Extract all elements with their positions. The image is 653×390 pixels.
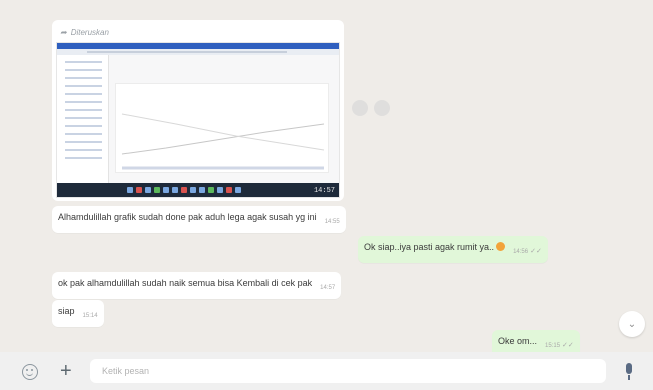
message-incoming[interactable]: Alhamdulillah grafik sudah done pak aduh… — [52, 206, 346, 233]
message-input[interactable] — [90, 359, 606, 383]
composer-bar: + — [0, 352, 653, 390]
message-incoming[interactable]: ok pak alhamdulillah sudah naik semua bi… — [52, 272, 342, 299]
forward-icon[interactable] — [374, 100, 390, 116]
reaction-icon[interactable] — [352, 100, 368, 116]
chart-lines — [121, 113, 325, 170]
screenshot-image[interactable]: 14:57 — [56, 42, 340, 198]
chart-thumbnail — [115, 83, 329, 173]
forwarded-image-message[interactable]: ➦ Diteruskan 14:57 — [52, 20, 344, 201]
taskbar — [57, 183, 339, 197]
plus-icon[interactable]: + — [60, 361, 72, 381]
taskbar-clock: 14:57 — [313, 187, 335, 195]
message-outgoing[interactable]: Ok siap..iya pasti agak rumit ya.. 14:56 ✓… — [358, 236, 548, 263]
chevron-down-icon: ⌄ — [627, 318, 637, 330]
scroll-down-button[interactable]: ⌄ — [619, 311, 645, 337]
double-check-icon: ✓✓ — [562, 342, 574, 349]
app-sidebar — [57, 55, 109, 183]
chat-area: ➦ Diteruskan 14:57 Alhamdulillah grafik … — [0, 0, 653, 357]
smiley-icon[interactable] — [22, 364, 38, 380]
double-check-icon: ✓✓ — [530, 248, 542, 255]
message-incoming[interactable]: siap 15:14 — [52, 300, 104, 327]
forwarded-label: ➦ Diteruskan — [60, 27, 109, 37]
grinning-emoji-icon — [496, 242, 506, 251]
forward-arrow-icon: ➦ — [60, 27, 67, 37]
forward-actions — [352, 100, 390, 116]
microphone-icon[interactable] — [624, 363, 634, 381]
